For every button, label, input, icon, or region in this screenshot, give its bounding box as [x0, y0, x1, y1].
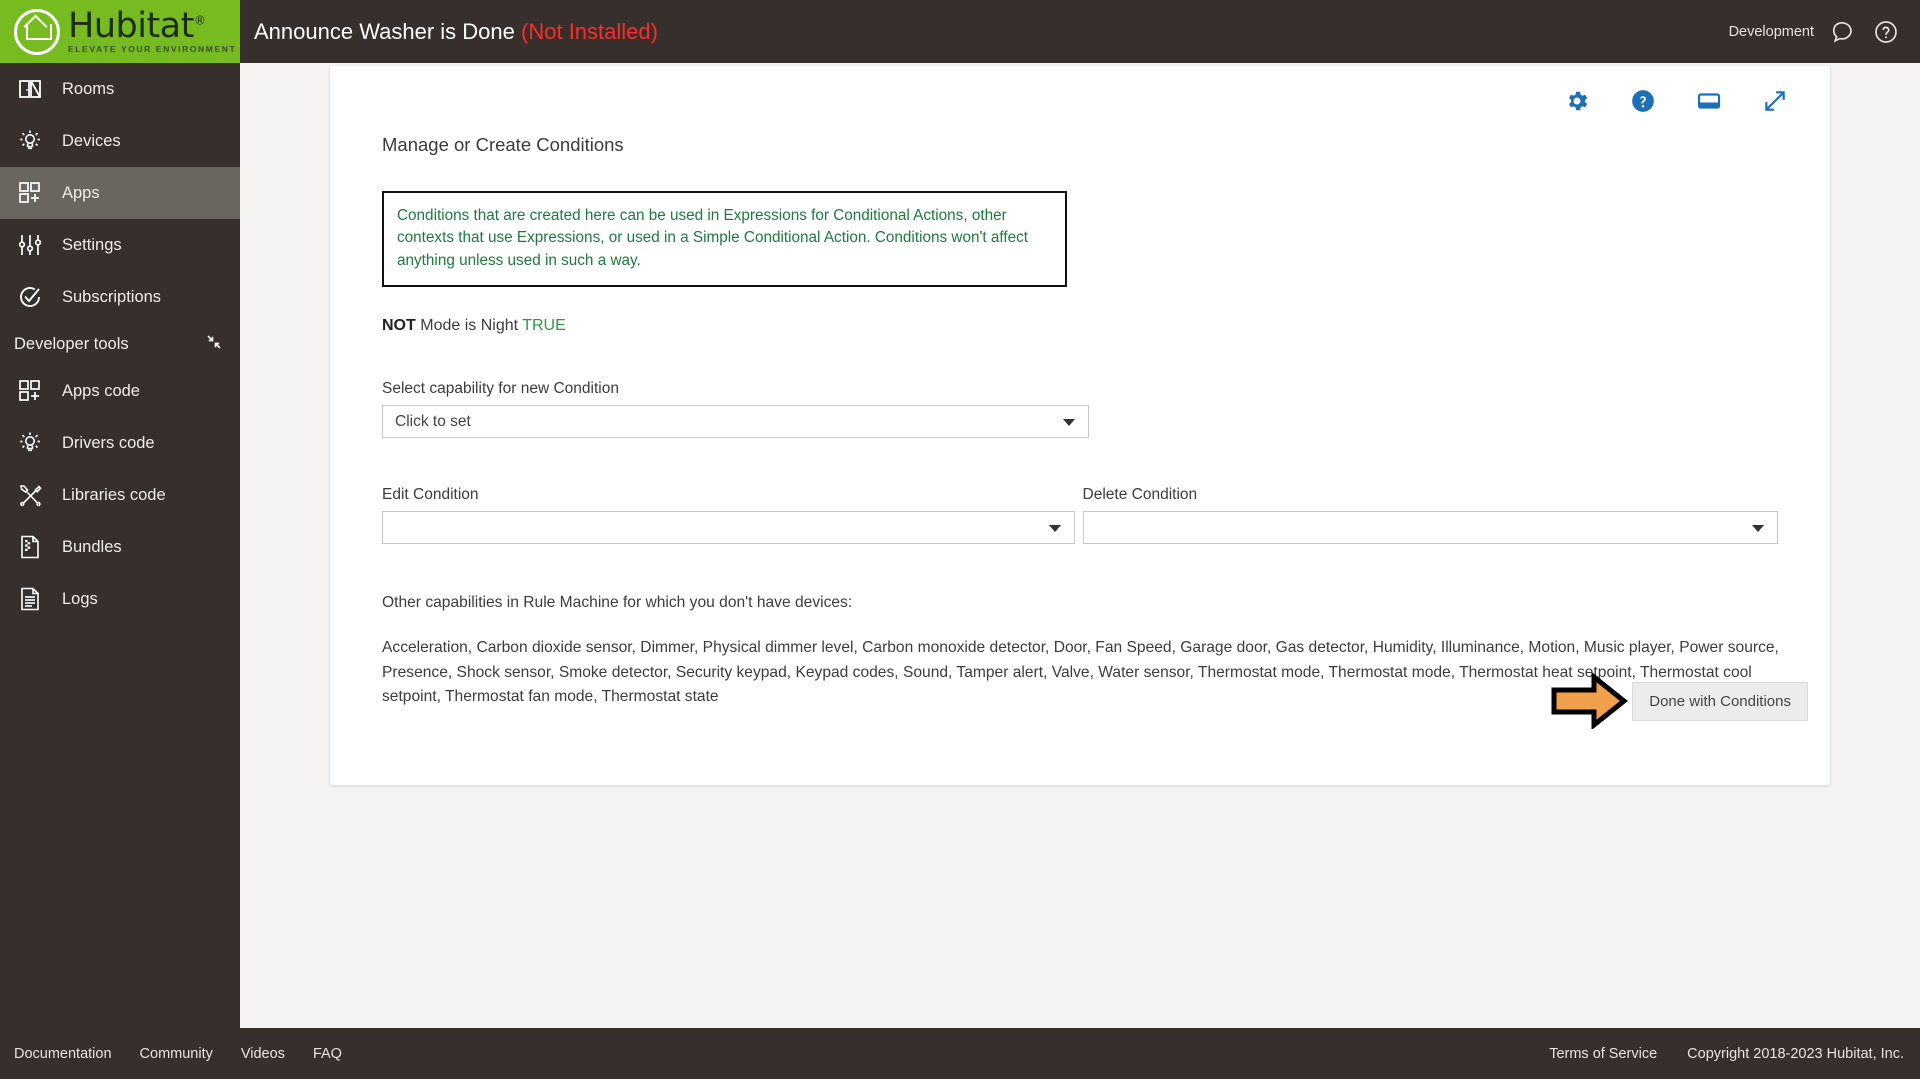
card-toolbar: [1564, 88, 1788, 114]
help-circle-icon[interactable]: [1874, 20, 1898, 44]
sidebar: Hubitat® ELEVATE YOUR ENVIRONMENT Rooms: [0, 0, 240, 1079]
sidebar-item-label: Devices: [62, 131, 121, 150]
sidebar-item-settings[interactable]: Settings: [0, 219, 240, 271]
chevron-down-icon: [1752, 524, 1764, 532]
brand-logo[interactable]: Hubitat® ELEVATE YOUR ENVIRONMENT: [0, 0, 240, 63]
sidebar-item-bundles[interactable]: Bundles: [0, 521, 240, 573]
condition-statement: Mode is Night: [420, 317, 519, 335]
apps-grid-icon: [14, 180, 46, 206]
apps-grid-icon: [14, 378, 46, 404]
capability-select-label: Select capability for new Condition: [382, 380, 619, 398]
sidebar-item-apps-code[interactable]: Apps code: [0, 365, 240, 417]
sidebar-item-label: Drivers code: [62, 433, 155, 452]
condition-keyword: NOT: [382, 317, 416, 335]
orange-right-arrow-annotation: [1550, 671, 1629, 731]
delete-condition-select[interactable]: [1082, 511, 1778, 545]
help-circle-icon[interactable]: [1630, 88, 1656, 114]
chevron-down-icon: [1063, 418, 1075, 426]
devices-bulb-icon: [14, 430, 46, 456]
footer-copyright: Copyright 2018-2023 Hubitat, Inc.: [1687, 1045, 1904, 1062]
delete-condition-group: Delete Condition: [1082, 486, 1778, 545]
document-lines-icon: [14, 586, 46, 612]
edit-condition-group: Edit Condition: [382, 486, 1075, 545]
brand-name: Hubitat®: [68, 6, 206, 47]
header-actions: Development: [1729, 20, 1898, 44]
card-body: Manage or Create Conditions Conditions t…: [330, 66, 1830, 709]
sidebar-item-libraries-code[interactable]: Libraries code: [0, 469, 240, 521]
capability-select-value: Click to set: [395, 412, 471, 430]
info-callout: Conditions that are created here can be …: [382, 191, 1067, 288]
devices-bulb-icon: [14, 128, 46, 154]
condition-value: TRUE: [522, 317, 566, 335]
page-section-heading: Manage or Create Conditions: [382, 134, 624, 155]
other-capabilities-title: Other capabilities in Rule Machine for w…: [382, 594, 853, 612]
hubitat-house-icon: [14, 8, 60, 55]
sidebar-item-label: Rooms: [62, 79, 115, 98]
window-icon[interactable]: [1696, 88, 1722, 114]
sidebar-item-label: Settings: [62, 235, 122, 254]
brand-tagline: ELEVATE YOUR ENVIRONMENT: [68, 44, 237, 55]
info-callout-text: Conditions that are created here can be …: [397, 207, 1029, 269]
sidebar-item-rooms[interactable]: Rooms: [0, 63, 240, 115]
gear-icon[interactable]: [1564, 88, 1590, 114]
subscriptions-check-icon: [14, 284, 46, 310]
footer: Documentation Community Videos FAQ Terms…: [0, 1028, 1920, 1079]
sidebar-item-label: Apps code: [62, 381, 140, 400]
done-row: Done with Conditions: [1550, 671, 1808, 731]
page-title: Announce Washer is Done (Not Installed): [254, 19, 658, 45]
footer-link-faq[interactable]: FAQ: [313, 1046, 342, 1062]
footer-links: Documentation Community Videos FAQ: [14, 1046, 342, 1062]
footer-link-terms-of-service[interactable]: Terms of Service: [1549, 1046, 1657, 1062]
sidebar-section-developer-tools[interactable]: Developer tools: [0, 323, 240, 365]
footer-link-videos[interactable]: Videos: [241, 1046, 285, 1062]
sidebar-item-label: Bundles: [62, 537, 122, 556]
delete-condition-label: Delete Condition: [1082, 486, 1198, 504]
capability-select[interactable]: Click to set: [382, 405, 1089, 439]
sidebar-item-subscriptions[interactable]: Subscriptions: [0, 271, 240, 323]
footer-link-community[interactable]: Community: [140, 1046, 213, 1062]
sidebar-item-label: Logs: [62, 589, 98, 608]
existing-condition-row[interactable]: NOT Mode is Night TRUE: [382, 317, 1778, 335]
sidebar-item-devices[interactable]: Devices: [0, 115, 240, 167]
sidebar-item-logs[interactable]: Logs: [0, 573, 240, 625]
capability-select-group: Select capability for new Condition Clic…: [382, 380, 1089, 439]
collapse-arrows-icon[interactable]: [206, 334, 222, 355]
chat-bubble-icon[interactable]: [1832, 20, 1856, 44]
condition-select-row: Edit Condition Delete Condition: [382, 486, 1778, 545]
footer-legal: Terms of Service Copyright 2018-2023 Hub…: [1549, 1046, 1904, 1062]
edit-condition-label: Edit Condition: [382, 486, 479, 504]
conditions-card: Manage or Create Conditions Conditions t…: [330, 66, 1830, 785]
settings-sliders-icon: [14, 232, 46, 258]
zip-file-icon: [14, 534, 46, 560]
sidebar-item-label: Apps: [62, 183, 100, 202]
environment-label: Development: [1728, 23, 1814, 40]
sidebar-section-label: Developer tools: [14, 334, 129, 353]
edit-condition-select[interactable]: [382, 511, 1075, 545]
app-root: Hubitat® ELEVATE YOUR ENVIRONMENT Rooms: [0, 0, 1920, 1079]
registered-mark: ®: [193, 13, 206, 28]
sidebar-item-label: Libraries code: [62, 485, 166, 504]
chevron-down-icon: [1048, 524, 1061, 532]
main-content: Manage or Create Conditions Conditions t…: [240, 63, 1920, 1018]
top-header: Announce Washer is Done (Not Installed) …: [240, 0, 1920, 63]
expand-arrows-icon[interactable]: [1762, 88, 1788, 114]
brand-text: Hubitat® ELEVATE YOUR ENVIRONMENT: [68, 9, 236, 54]
sidebar-item-label: Subscriptions: [62, 287, 162, 306]
footer-link-documentation[interactable]: Documentation: [14, 1046, 112, 1062]
tools-icon: [14, 482, 46, 508]
install-status-badge: (Not Installed): [521, 18, 658, 44]
sidebar-item-apps[interactable]: Apps: [0, 167, 240, 219]
sidebar-item-drivers-code[interactable]: Drivers code: [0, 417, 240, 469]
done-with-conditions-button[interactable]: Done with Conditions: [1632, 681, 1808, 721]
page-title-text: Announce Washer is Done: [254, 18, 515, 44]
rooms-icon: [14, 76, 46, 102]
